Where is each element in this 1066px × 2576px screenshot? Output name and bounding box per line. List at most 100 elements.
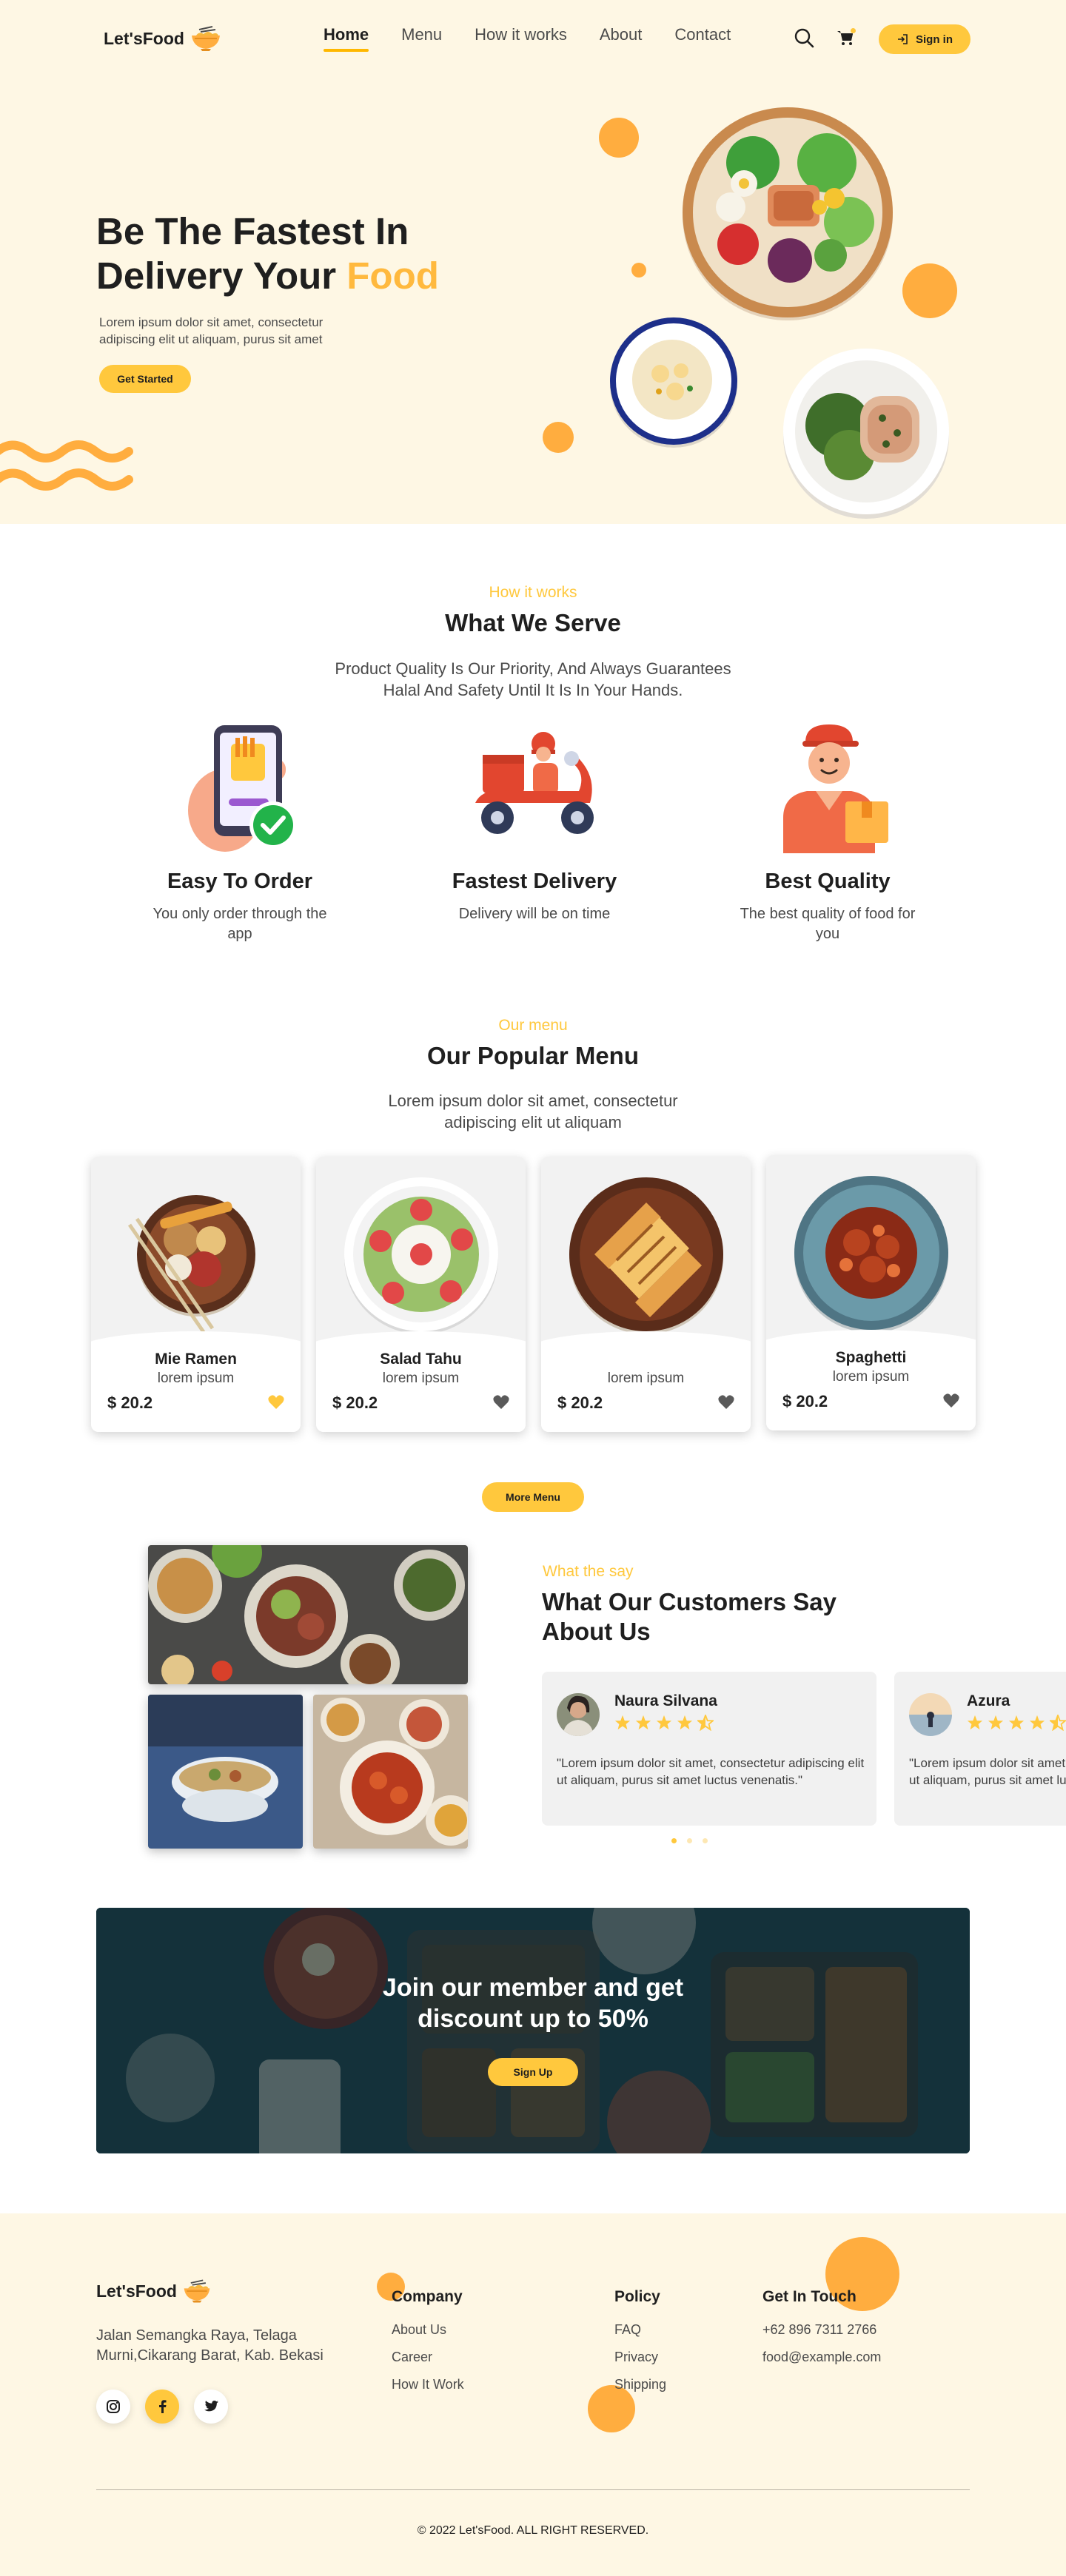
footer-link-career[interactable]: Career	[392, 2350, 464, 2365]
nav-link-home[interactable]: Home	[324, 25, 369, 52]
menu-item-desc: lorem ipsum	[832, 1369, 910, 1385]
star-icon	[967, 1715, 983, 1730]
review-card: Azura "Lorem ipsum dolor sit amet, conse…	[894, 1672, 1066, 1826]
sign-up-button[interactable]: Sign Up	[488, 2058, 578, 2086]
hero-title-line2: Delivery Your	[96, 255, 347, 297]
salad-bowl-image	[683, 107, 893, 320]
nav-link-how-it-works[interactable]: How it works	[475, 25, 567, 52]
footer-link-about-us[interactable]: About Us	[392, 2322, 464, 2338]
feature-easy-order: Easy To Order You only order through the…	[129, 722, 351, 944]
footer-phone[interactable]: +62 896 7311 2766	[762, 2322, 881, 2338]
search-icon[interactable]	[793, 27, 815, 49]
courier-package-icon	[783, 724, 888, 853]
footer-link-shipping[interactable]: Shipping	[614, 2377, 666, 2392]
footer-link-how-it-work[interactable]: How It Work	[392, 2377, 464, 2392]
star-icon	[614, 1715, 631, 1730]
feature-desc: Delivery will be on time	[458, 906, 611, 922]
food-photo-bowl	[148, 1695, 303, 1849]
review-text: "Lorem ipsum dolor sit amet, consectetur…	[557, 1756, 865, 1787]
menu-card[interactable]: lorem ipsum $ 20.2	[541, 1157, 751, 1432]
card-info: lorem ipsum $ 20.2	[541, 1331, 751, 1432]
member-banner: Join our member and get discount up to 5…	[96, 1908, 970, 2153]
footer-link-privacy[interactable]: Privacy	[614, 2350, 666, 2365]
footer-column-title: Company	[392, 2288, 463, 2305]
card-info: Spaghetti lorem ipsum $ 20.2	[766, 1330, 976, 1430]
menu-item-price: $ 20.2	[332, 1393, 378, 1412]
footer-divider	[96, 2489, 970, 2490]
signin-button[interactable]: Sign in	[879, 24, 971, 54]
decor-circle	[902, 263, 957, 318]
menu-item-desc: lorem ipsum	[382, 1371, 460, 1386]
feature-title: Easy To Order	[167, 870, 313, 893]
reviews-title: What Our Customers Say About Us	[542, 1587, 882, 1647]
heart-icon[interactable]	[493, 1395, 509, 1410]
menu-subtitle: Lorem ipsum dolor sit amet, consectetur …	[0, 1090, 1066, 1133]
nav-link-menu[interactable]: Menu	[401, 25, 442, 52]
menu-subtitle-line1: Lorem ipsum dolor sit amet, consectetur	[388, 1092, 678, 1110]
spaghetti-image	[794, 1176, 948, 1333]
reviews-eyebrow: What the say	[543, 1563, 634, 1580]
salmon-plate-image	[783, 349, 949, 519]
nav-link-contact[interactable]: Contact	[674, 25, 731, 52]
reviews-title-line2: About Us	[542, 1618, 651, 1645]
star-rating	[967, 1715, 1066, 1731]
review-text: "Lorem ipsum dolor sit amet, consectetur…	[909, 1756, 1066, 1787]
menu-card[interactable]: Mie Ramen lorem ipsum $ 20.2	[91, 1157, 301, 1432]
menu-subtitle-line2: adipiscing elit ut aliquam	[444, 1113, 622, 1131]
menu-card[interactable]: Spaghetti lorem ipsum $ 20.2	[766, 1155, 976, 1430]
ramen-image	[127, 1195, 255, 1334]
hero-title-highlight: Food	[346, 255, 439, 297]
footer-column-company: Company About Us Career How It Work	[392, 2288, 464, 2404]
hero-title: Be The Fastest In Delivery Your Food	[96, 209, 439, 298]
reviewer-name: Naura Silvana	[614, 1692, 717, 1709]
footer-column-title: Policy	[614, 2288, 660, 2305]
cart-icon[interactable]	[834, 27, 857, 49]
star-icon	[635, 1715, 651, 1730]
card-info: Mie Ramen lorem ipsum $ 20.2	[91, 1331, 301, 1432]
footer-link-faq[interactable]: FAQ	[614, 2322, 666, 2338]
avatar	[909, 1693, 952, 1736]
get-started-button[interactable]: Get Started	[99, 365, 191, 393]
menu-item-name: Mie Ramen	[155, 1351, 237, 1368]
logo-text: Let'sFood	[104, 28, 184, 48]
heart-icon[interactable]	[718, 1395, 734, 1410]
phone-order-icon	[188, 725, 297, 852]
logo[interactable]: Let'sFood	[104, 25, 223, 52]
food-bowl-icon	[191, 26, 220, 51]
facebook-icon[interactable]	[145, 2390, 179, 2424]
avatar	[557, 1693, 600, 1736]
menu-item-price: $ 20.2	[782, 1392, 828, 1410]
toast-image	[569, 1177, 723, 1334]
carousel-dot[interactable]	[671, 1838, 677, 1843]
instagram-icon[interactable]	[96, 2390, 130, 2424]
footer-column-contact: Get In Touch +62 896 7311 2766 food@exam…	[762, 2288, 881, 2377]
cart-badge	[851, 28, 856, 33]
star-icon	[656, 1715, 672, 1730]
copyright-text: © 2022 Let'sFood. ALL RIGHT RESERVED.	[417, 2524, 649, 2537]
footer-column-title: Get In Touch	[762, 2288, 857, 2305]
feature-fastest-delivery: Fastest Delivery Delivery will be on tim…	[423, 722, 646, 924]
food-bowl-icon	[184, 2279, 210, 2303]
menu-item-desc: lorem ipsum	[607, 1371, 685, 1386]
star-half-icon	[1050, 1715, 1066, 1731]
nav-icons	[793, 27, 857, 49]
menu-card[interactable]: Salad Tahu lorem ipsum $ 20.2	[316, 1157, 526, 1432]
star-icon	[988, 1715, 1004, 1730]
carousel-dot[interactable]	[687, 1838, 692, 1843]
decor-circle	[631, 263, 646, 278]
twitter-icon[interactable]	[194, 2390, 228, 2424]
star-icon	[1029, 1715, 1045, 1730]
footer-email[interactable]: food@example.com	[762, 2350, 881, 2365]
footer-logo[interactable]: Let'sFood	[96, 2279, 212, 2304]
nav-link-about[interactable]: About	[600, 25, 643, 52]
carousel-dots	[671, 1838, 708, 1843]
heart-icon[interactable]	[268, 1395, 284, 1410]
social-links	[96, 2390, 228, 2424]
menu-item-name: Salad Tahu	[380, 1351, 462, 1368]
heart-icon[interactable]	[943, 1393, 959, 1408]
carousel-dot[interactable]	[703, 1838, 708, 1843]
footer-address: Jalan Semangka Raya, Telaga Murni,Cikara…	[96, 2327, 324, 2364]
how-subtitle-line1: Product Quality Is Our Priority, And Alw…	[335, 659, 731, 678]
star-rating	[614, 1715, 714, 1731]
more-menu-button[interactable]: More Menu	[482, 1482, 584, 1512]
